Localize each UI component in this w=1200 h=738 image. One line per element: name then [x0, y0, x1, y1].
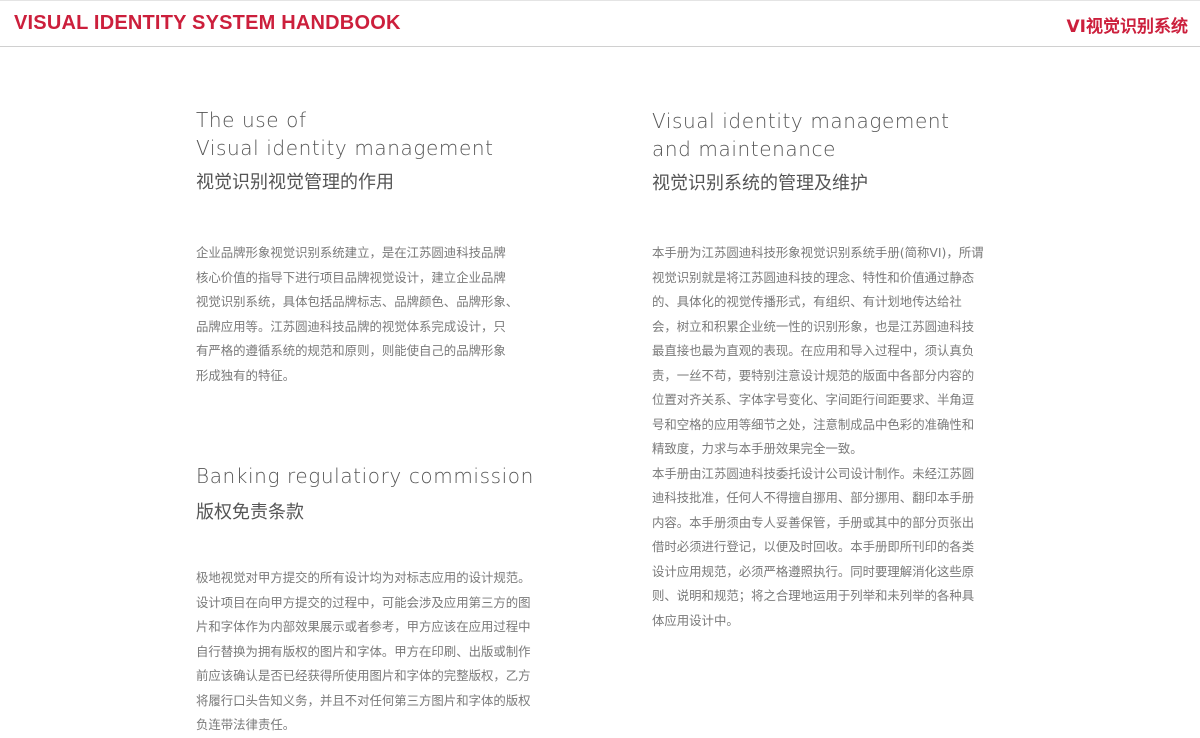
body-line: 精致度，力求与本手册效果完全一致。: [652, 441, 863, 456]
section-en-title-line2: Visual identity management: [196, 136, 494, 160]
body-line: 号和空格的应用等细节之处，注意制成品中色彩的准确性和: [652, 416, 975, 432]
vi-system-title: VI视觉识别系统: [1066, 17, 1188, 37]
body-line: 品牌应用等。江苏圆迪科技品牌的视觉体系完成设计，只: [196, 318, 506, 334]
body-line: 内容。本手册须由专人妥善保管，手册或其中的部分页张出: [652, 514, 975, 530]
section-cn-title: 视觉识别视觉管理的作用: [196, 172, 394, 193]
body-line: 片和字体作为内部效果展示或者参考，甲方应该在应用过程中: [196, 619, 531, 634]
handbook-title: VISUAL IDENTITY SYSTEM HANDBOOK: [14, 12, 401, 34]
section-body-text: 本手册为江苏圆迪科技形象视觉识别系统手册(简称VI)，所谓 视觉识别就是将江苏圆迪…: [652, 241, 1032, 633]
section-en-title-line1: Visual identity management: [652, 109, 950, 133]
section-body-text: 极地视觉对甲方提交的所有设计均为对标志应用的设计规范。 设计项目在向甲方提交的过程…: [196, 566, 576, 738]
header-top-rule: [0, 0, 1200, 1]
section-vi-management-maintenance: Visual identity management and maintenan…: [652, 107, 950, 197]
body-line: 设计应用规范，必须严格遵照执行。同时要理解消化这些原: [652, 563, 975, 579]
body-line: 将履行口头告知义务，并且不对任何第三方图片和字体的版权: [196, 692, 531, 708]
body-line: 迪科技批准，任何人不得擅自挪用、部分挪用、翻印本手册: [652, 490, 975, 505]
body-line: 的、具体化的视觉传播形式，有组织、有计划地传达给社: [652, 294, 962, 309]
body-line: 责，一丝不苟，要特别注意设计规范的版面中各部分内容的: [652, 367, 975, 383]
body-line: 会，树立和积累企业统一性的识别形象，也是江苏圆迪科技: [652, 318, 975, 334]
section-en-title-line1: Banking regulatiory commission: [196, 464, 534, 488]
body-line: 位置对齐关系、字体字号变化、字间距行间距要求、半角逗: [652, 392, 975, 407]
section-en-title-line2: and maintenance: [652, 137, 837, 161]
body-line: 视觉识别就是将江苏圆迪科技的理念、特性和价值通过静态: [652, 269, 975, 285]
section-body-text: 企业品牌形象视觉识别系统建立，是在江苏圆迪科技品牌 核心价值的指导下进行项目品牌视…: [196, 241, 556, 388]
body-line: 核心价值的指导下进行项目品牌视觉设计，建立企业品牌: [196, 269, 506, 285]
body-line: 负连带法律责任。: [196, 717, 296, 732]
body-line: 体应用设计中。: [652, 612, 739, 628]
body-line: 前应该确认是否已经获得所使用图片和字体的完整版权，乙方: [196, 668, 531, 683]
body-line: 企业品牌形象视觉识别系统建立，是在江苏圆迪科技品牌: [196, 245, 506, 260]
section-en-title-line1: The use of: [196, 108, 307, 132]
body-line: 则、说明和规范；将之合理地运用于列举和未列举的各种具: [652, 588, 975, 603]
body-line: 本手册由江苏圆迪科技委托设计公司设计制作。未经江苏圆: [652, 465, 975, 481]
section-copyright-disclaimer: Banking regulatiory commission 版权免责条款: [196, 462, 534, 526]
body-line: 形成独有的特征。: [196, 367, 296, 383]
body-line: 借时必须进行登记，以便及时回收。本手册即所刊印的各类: [652, 539, 975, 554]
body-line: 视觉识别系统，具体包括品牌标志、品牌颜色、品牌形象、: [196, 294, 519, 309]
body-line: 有严格的遵循系统的规范和原则，则能使自己的品牌形象: [196, 343, 506, 358]
section-cn-title: 版权免责条款: [196, 502, 304, 523]
section-use-of-vi-management: The use of Visual identity management 视觉…: [196, 106, 494, 196]
section-cn-title: 视觉识别系统的管理及维护: [652, 173, 868, 194]
body-line: 自行替换为拥有版权的图片和字体。甲方在印刷、出版或制作: [196, 643, 531, 659]
body-line: 设计项目在向甲方提交的过程中，可能会涉及应用第三方的图: [196, 594, 531, 610]
body-line: 极地视觉对甲方提交的所有设计均为对标志应用的设计规范。: [196, 570, 531, 585]
body-line: 本手册为江苏圆迪科技形象视觉识别系统手册(简称VI)，所谓: [652, 245, 984, 260]
page-header: VISUAL IDENTITY SYSTEM HANDBOOK VI视觉识别系统: [0, 0, 1200, 47]
body-line: 最直接也最为直观的表现。在应用和导入过程中，须认真负: [652, 343, 975, 358]
